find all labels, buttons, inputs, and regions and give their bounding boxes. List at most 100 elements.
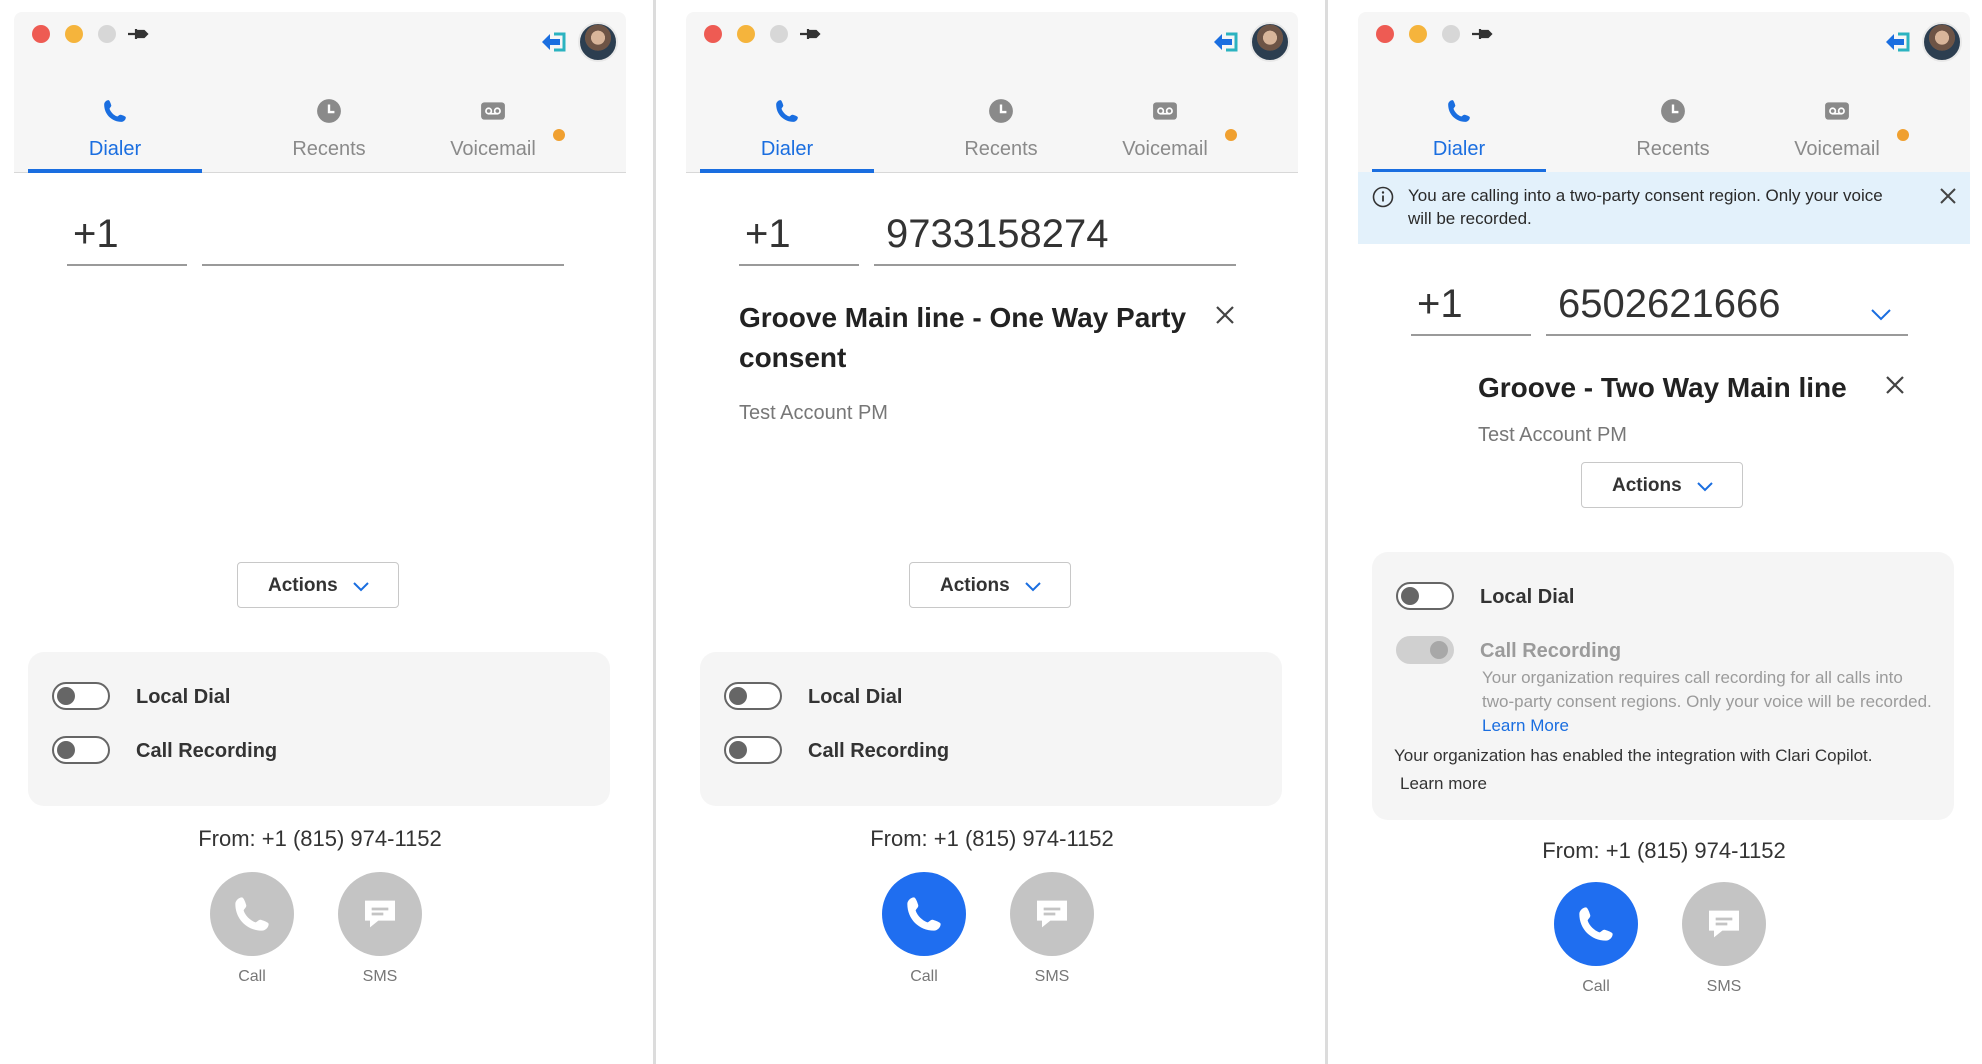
call-recording-toggle[interactable] <box>52 736 110 764</box>
sms-button[interactable] <box>1010 872 1094 956</box>
phone-number-input[interactable] <box>202 212 564 266</box>
chat-bubble-icon <box>365 900 395 928</box>
local-dial-label: Local Dial <box>808 686 903 708</box>
from-number[interactable]: From: +1 (815) 974-1152 <box>686 826 1298 852</box>
local-dial-toggle[interactable] <box>724 682 782 710</box>
clear-contact-icon[interactable] <box>1214 304 1236 326</box>
tab-label: Recents <box>1636 138 1710 160</box>
call-button[interactable] <box>1554 882 1638 966</box>
zoom-window-button[interactable] <box>98 25 116 43</box>
call-settings-card: Local Dial Call Recording Your organizat… <box>1372 552 1954 820</box>
sms-label: SMS <box>362 968 398 985</box>
country-code-field[interactable]: +1 <box>67 212 187 266</box>
close-icon[interactable] <box>1938 186 1958 206</box>
zoom-window-button[interactable] <box>770 25 788 43</box>
actions-dropdown[interactable]: Actions <box>909 562 1071 608</box>
from-number[interactable]: From: +1 (815) 974-1152 <box>1358 838 1970 864</box>
call-recording-toggle <box>1396 636 1454 664</box>
minimize-window-button[interactable] <box>1409 25 1427 43</box>
tab-bar: Dialer Recents Voicemail <box>1358 72 1970 173</box>
local-dial-toggle[interactable] <box>1396 582 1454 610</box>
minimize-window-button[interactable] <box>737 25 755 43</box>
zoom-window-button[interactable] <box>1442 25 1460 43</box>
call-button[interactable] <box>882 872 966 956</box>
tab-label: Voicemail <box>1122 138 1208 160</box>
country-code-field[interactable]: +1 <box>739 212 859 266</box>
close-window-button[interactable] <box>32 25 50 43</box>
actions-label: Actions <box>268 575 338 596</box>
tab-label: Dialer <box>1432 138 1486 160</box>
tab-dialer[interactable]: Dialer <box>1372 72 1546 173</box>
clock-icon <box>1661 99 1685 123</box>
title-bar <box>1358 12 1970 72</box>
minimize-window-button[interactable] <box>65 25 83 43</box>
phone-number-input[interactable]: 9733158274 <box>874 212 1236 266</box>
dialer-window-two-party: Dialer Recents Voicemail You are calling… <box>1346 0 1982 1064</box>
chevron-down-icon <box>1697 482 1713 492</box>
copilot-learn-more-link[interactable]: Learn more <box>1400 772 1487 796</box>
local-dial-toggle[interactable] <box>52 682 110 710</box>
country-code-field[interactable]: +1 <box>1411 282 1531 336</box>
copilot-note: Your organization has enabled the integr… <box>1394 746 1873 765</box>
chat-bubble-icon <box>1709 910 1739 938</box>
local-dial-label: Local Dial <box>136 686 231 708</box>
tab-bar: Dialer Recents Voicemail <box>686 72 1298 173</box>
avatar[interactable] <box>1922 22 1962 62</box>
call-recording-label: Call Recording <box>808 740 950 762</box>
pin-icon[interactable] <box>126 26 150 42</box>
connect-icon[interactable] <box>538 30 568 54</box>
dialer-window-empty: Dialer Recents Voicemail +1 Actions Loca… <box>2 0 642 1064</box>
voicemail-badge <box>1897 129 1909 141</box>
tab-voicemail[interactable]: Voicemail <box>1078 72 1252 172</box>
sms-button[interactable] <box>1682 882 1766 966</box>
call-label: Call <box>1582 978 1610 995</box>
call-settings-card: Local Dial Call Recording <box>28 652 610 806</box>
tab-dialer[interactable]: Dialer <box>700 72 874 173</box>
tab-label: Dialer <box>760 138 814 160</box>
tab-recents[interactable]: Recents <box>914 72 1088 172</box>
chevron-down-icon <box>1025 582 1041 592</box>
clear-contact-icon[interactable] <box>1884 374 1906 396</box>
voicemail-icon <box>1153 102 1177 120</box>
voicemail-icon <box>1825 102 1849 120</box>
actions-label: Actions <box>1612 475 1682 496</box>
pin-icon[interactable] <box>798 26 822 42</box>
call-button[interactable] <box>210 872 294 956</box>
chevron-down-icon[interactable] <box>1870 308 1892 322</box>
voicemail-badge <box>1225 129 1237 141</box>
learn-more-link[interactable]: Learn More <box>1482 716 1569 735</box>
title-bar <box>14 12 626 72</box>
dialer-window-one-party: Dialer Recents Voicemail +1 9733158274 G… <box>674 0 1314 1064</box>
avatar[interactable] <box>578 22 618 62</box>
phone-icon <box>235 897 269 931</box>
close-window-button[interactable] <box>704 25 722 43</box>
tab-label: Voicemail <box>1794 138 1880 160</box>
call-recording-toggle[interactable] <box>724 736 782 764</box>
voicemail-icon <box>481 102 505 120</box>
chevron-down-icon <box>353 582 369 592</box>
avatar[interactable] <box>1250 22 1290 62</box>
connect-icon[interactable] <box>1210 30 1240 54</box>
connect-icon[interactable] <box>1882 30 1912 54</box>
tab-voicemail[interactable]: Voicemail <box>1750 72 1924 172</box>
contact-account: Test Account PM <box>739 402 888 424</box>
sms-label: SMS <box>1034 968 1070 985</box>
tab-label: Recents <box>292 138 366 160</box>
close-window-button[interactable] <box>1376 25 1394 43</box>
title-bar <box>686 12 1298 72</box>
tab-recents[interactable]: Recents <box>1586 72 1760 172</box>
panel-divider <box>653 0 656 1064</box>
sms-button[interactable] <box>338 872 422 956</box>
phone-icon <box>104 100 126 122</box>
call-recording-label: Call Recording <box>136 740 278 762</box>
tab-dialer[interactable]: Dialer <box>28 72 202 173</box>
actions-dropdown[interactable]: Actions <box>1581 462 1743 508</box>
pin-icon[interactable] <box>1470 26 1494 42</box>
consent-message: You are calling into a two-party consent… <box>1408 186 1883 228</box>
from-number[interactable]: From: +1 (815) 974-1152 <box>14 826 626 852</box>
tab-recents[interactable]: Recents <box>242 72 416 172</box>
phone-number-input[interactable]: 6502621666 <box>1546 282 1908 336</box>
actions-dropdown[interactable]: Actions <box>237 562 399 608</box>
panel-divider <box>1325 0 1328 1064</box>
tab-voicemail[interactable]: Voicemail <box>406 72 580 172</box>
